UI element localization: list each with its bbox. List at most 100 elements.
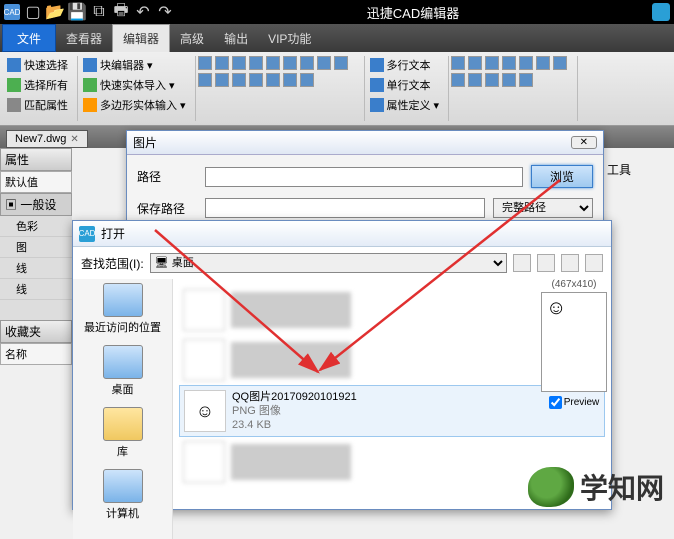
polygon-input-button[interactable]: 多边形实体输入 ▾: [80, 96, 189, 114]
dim-tool-icon[interactable]: [215, 73, 229, 87]
spline-tool-icon[interactable]: [300, 56, 314, 70]
pline-tool-icon[interactable]: [215, 56, 229, 70]
props-default[interactable]: 默认值: [0, 171, 72, 193]
leader-tool-icon[interactable]: [232, 73, 246, 87]
attr-icon: [370, 98, 384, 112]
saveall-icon[interactable]: ⧉: [90, 3, 108, 21]
tab-viewer[interactable]: 查看器: [56, 24, 112, 52]
prop-linetype[interactable]: 线: [0, 258, 72, 279]
table-tool-icon[interactable]: [249, 73, 263, 87]
file-thumb-icon: [183, 441, 225, 483]
open-dialog-titlebar: CAD 打开: [73, 221, 611, 247]
quick-import-button[interactable]: 快速实体导入 ▾: [80, 76, 189, 94]
open-icon[interactable]: 📂: [46, 3, 64, 21]
newfolder-icon[interactable]: [561, 254, 579, 272]
file-thumb-icon: [183, 289, 225, 331]
image-dialog-title: 图片: [133, 134, 157, 151]
place-recent[interactable]: 最近访问的位置: [73, 283, 172, 335]
extend-tool-icon[interactable]: [451, 73, 465, 87]
close-dialog-button[interactable]: ✕: [571, 136, 597, 149]
ellipse-tool-icon[interactable]: [283, 56, 297, 70]
computer-icon: [103, 469, 143, 503]
region-tool-icon[interactable]: [266, 73, 280, 87]
rect-tool-icon[interactable]: [266, 56, 280, 70]
up-icon[interactable]: [537, 254, 555, 272]
views-icon[interactable]: [585, 254, 603, 272]
path-input[interactable]: [205, 167, 523, 187]
menubar: 文件 查看器 编辑器 高级 输出 VIP功能: [0, 24, 674, 52]
hatch-tool-icon[interactable]: [334, 56, 348, 70]
prop-color[interactable]: 色彩: [0, 216, 72, 237]
back-icon[interactable]: [513, 254, 531, 272]
path-type-select[interactable]: 完整路径: [493, 198, 593, 218]
file-size: 23.4 KB: [232, 418, 357, 432]
file-info: [231, 292, 351, 328]
redo-icon[interactable]: ↷: [156, 3, 174, 21]
copy-tool-icon[interactable]: [468, 56, 482, 70]
file-info: [231, 444, 351, 480]
file-menu[interactable]: 文件: [2, 24, 56, 52]
save-icon[interactable]: 💾: [68, 3, 86, 21]
arc-tool-icon[interactable]: [232, 56, 246, 70]
line-tool-icon[interactable]: [198, 56, 212, 70]
cursor-icon: [7, 58, 21, 72]
text-tool-icon[interactable]: [198, 73, 212, 87]
close-tab-icon[interactable]: ✕: [70, 134, 78, 145]
places-bar: 最近访问的位置 桌面 库 计算机: [73, 279, 173, 539]
cloud-tool-icon[interactable]: [300, 73, 314, 87]
prop-layer[interactable]: 图: [0, 237, 72, 258]
offset-tool-icon[interactable]: [536, 56, 550, 70]
match-props-button[interactable]: 匹配属性: [4, 96, 71, 114]
stext-button[interactable]: 单行文本: [367, 76, 443, 94]
attrdef-button[interactable]: 属性定义 ▾: [367, 96, 443, 114]
save-path-input[interactable]: [205, 198, 485, 218]
app-logo-icon: CAD: [4, 4, 20, 20]
file-info: [231, 342, 351, 378]
browse-button[interactable]: 浏览: [531, 165, 593, 188]
point-tool-icon[interactable]: [317, 56, 331, 70]
move-tool-icon[interactable]: [451, 56, 465, 70]
ribbon-group-block: 块编辑器 ▾ 快速实体导入 ▾ 多边形实体输入 ▾: [80, 56, 196, 121]
quick-select-button[interactable]: 快速选择: [4, 56, 71, 74]
mtext-button[interactable]: 多行文本: [367, 56, 443, 74]
mirror-tool-icon[interactable]: [519, 56, 533, 70]
watermark: 学知网: [528, 467, 664, 507]
undo-icon[interactable]: ↶: [134, 3, 152, 21]
match-icon: [7, 98, 21, 112]
lookin-select[interactable]: 🖥 桌面: [150, 253, 507, 273]
new-icon[interactable]: ▢: [24, 3, 42, 21]
block-editor-button[interactable]: 块编辑器 ▾: [80, 56, 189, 74]
select-all-button[interactable]: 选择所有: [4, 76, 71, 94]
tab-output[interactable]: 输出: [214, 24, 258, 52]
prop-lineweight[interactable]: 线: [0, 279, 72, 300]
preview-checkbox[interactable]: Preview: [537, 396, 611, 409]
place-libraries[interactable]: 库: [73, 407, 172, 459]
tab-editor[interactable]: 编辑器: [112, 24, 170, 52]
path-label: 路径: [137, 168, 197, 185]
array-tool-icon[interactable]: [502, 73, 516, 87]
place-computer[interactable]: 计算机: [73, 469, 172, 521]
file-name: QQ图片20170920101921: [232, 390, 357, 404]
props-section-general[interactable]: ▣ 一般设: [0, 193, 72, 216]
wipe-tool-icon[interactable]: [283, 73, 297, 87]
rotate-tool-icon[interactable]: [485, 56, 499, 70]
name-column: 名称: [0, 343, 72, 365]
print-icon[interactable]: 🖶: [112, 3, 130, 21]
watermark-text: 学知网: [580, 467, 664, 507]
preview-checkbox-input[interactable]: [549, 396, 562, 409]
chamfer-tool-icon[interactable]: [485, 73, 499, 87]
image-dialog-titlebar: 图片 ✕: [127, 131, 603, 155]
open-dialog-toolbar: 查找范围(I): 🖥 桌面: [73, 247, 611, 279]
save-path-label: 保存路径: [137, 200, 197, 217]
doc-tab[interactable]: New7.dwg ✕: [6, 130, 88, 148]
fillet-tool-icon[interactable]: [468, 73, 482, 87]
circle-tool-icon[interactable]: [249, 56, 263, 70]
explode-tool-icon[interactable]: [519, 73, 533, 87]
scale-tool-icon[interactable]: [502, 56, 516, 70]
place-desktop[interactable]: 桌面: [73, 345, 172, 397]
tab-vip[interactable]: VIP功能: [258, 24, 321, 52]
tab-advanced[interactable]: 高级: [170, 24, 214, 52]
ribbon-group-text: 多行文本 单行文本 属性定义 ▾: [367, 56, 450, 121]
trim-tool-icon[interactable]: [553, 56, 567, 70]
stext-icon: [370, 78, 384, 92]
